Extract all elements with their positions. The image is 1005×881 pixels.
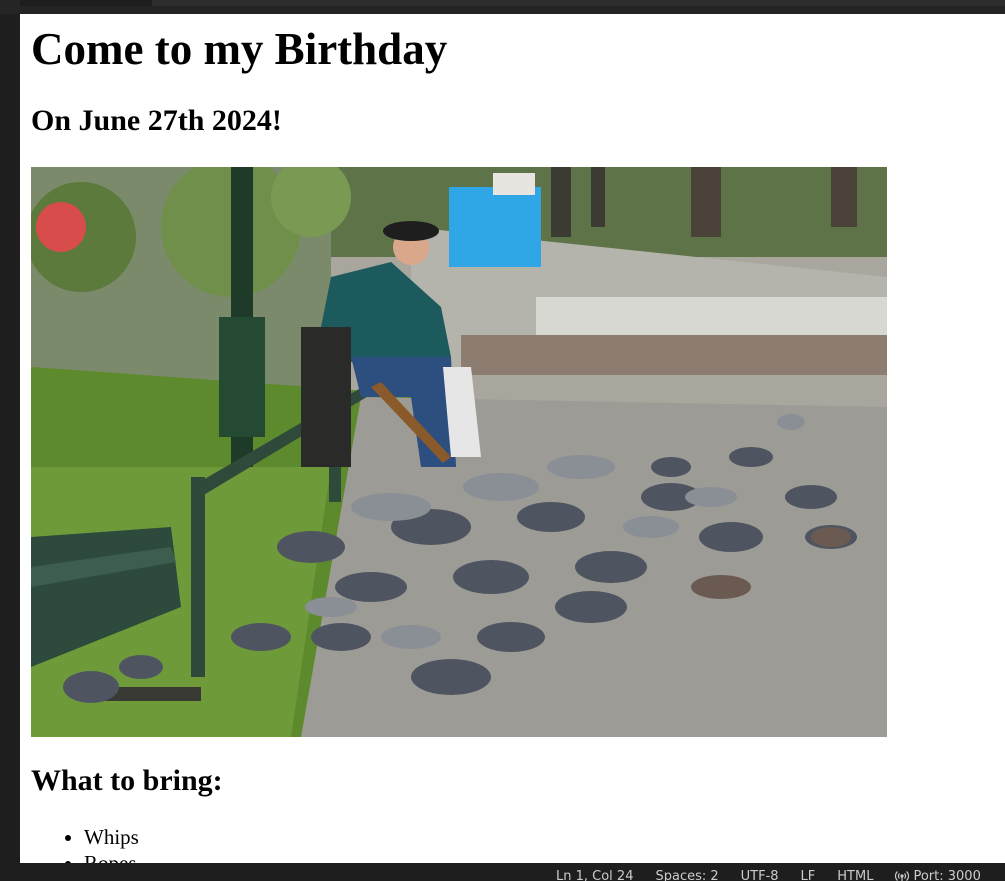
indentation-setting[interactable]: Spaces: 2 bbox=[655, 868, 718, 881]
editor-gutter bbox=[0, 14, 20, 863]
live-server-port[interactable]: Port: 3000 bbox=[895, 868, 981, 881]
line-ending[interactable]: LF bbox=[801, 868, 816, 881]
event-date-heading: On June 27th 2024! bbox=[31, 104, 282, 137]
tab-bar-empty-area bbox=[152, 0, 1005, 6]
editor-tab-bar bbox=[0, 0, 1005, 14]
list-item: Whips bbox=[84, 824, 139, 850]
port-label: Port: 3000 bbox=[913, 869, 981, 881]
file-encoding[interactable]: UTF-8 bbox=[741, 868, 779, 881]
language-mode[interactable]: HTML bbox=[837, 868, 873, 881]
broadcast-icon bbox=[895, 871, 910, 881]
page-title: Come to my Birthday bbox=[31, 24, 448, 74]
photo-image bbox=[31, 167, 887, 737]
cursor-position[interactable]: Ln 1, Col 24 bbox=[556, 868, 633, 881]
status-bar: Ln 1, Col 24 Spaces: 2 UTF-8 LF HTML Por… bbox=[0, 863, 1005, 881]
what-to-bring-heading: What to bring: bbox=[31, 764, 223, 797]
list-item: Ropes bbox=[84, 850, 139, 863]
live-preview-pane: Come to my Birthday On June 27th 2024! W… bbox=[20, 14, 1005, 863]
active-editor-tab[interactable] bbox=[20, 0, 152, 6]
bring-list: Whips Ropes bbox=[44, 824, 139, 863]
birthday-photo bbox=[31, 167, 887, 737]
